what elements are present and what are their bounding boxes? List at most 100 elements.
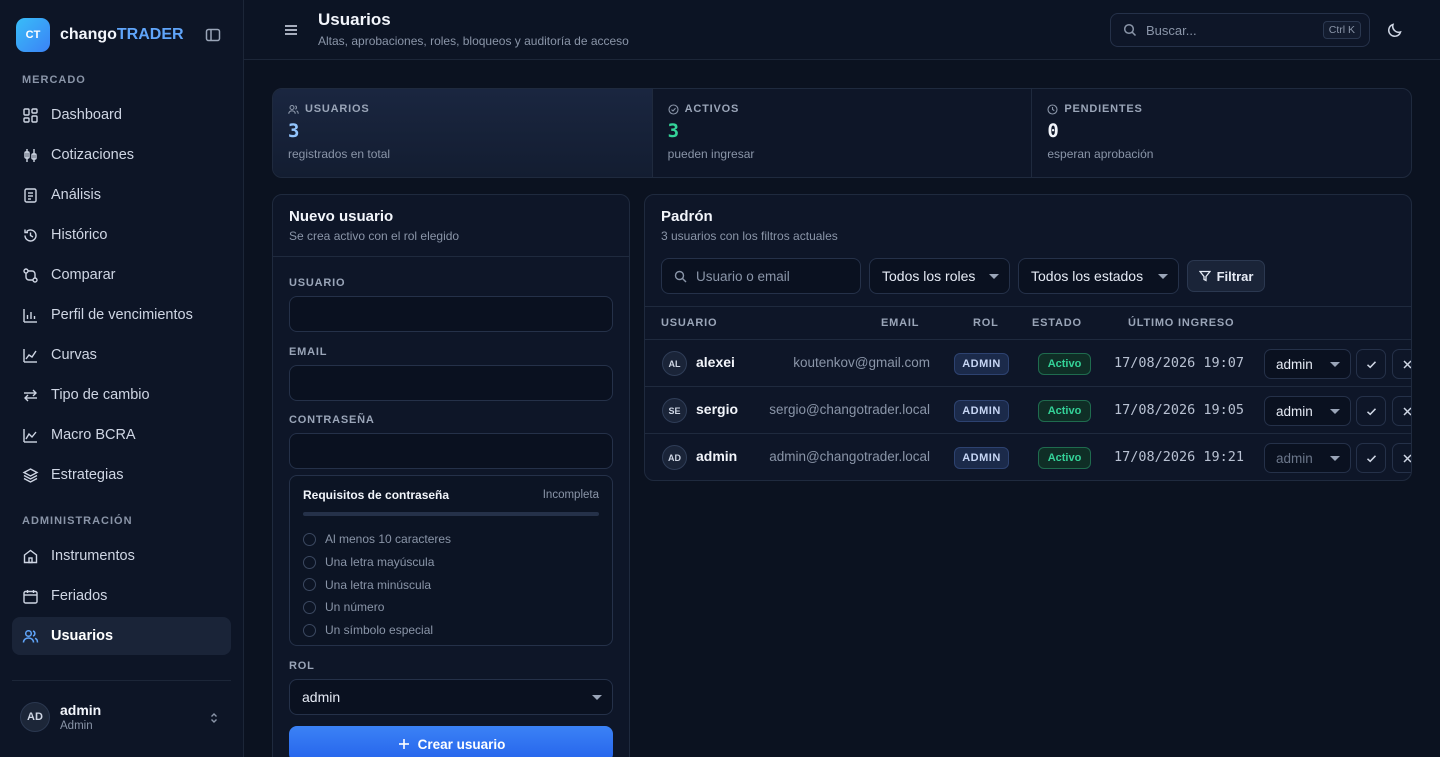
- page-title: Usuarios: [318, 10, 391, 29]
- field-label-email: EMAIL: [289, 346, 328, 358]
- sidebar-item-analisis[interactable]: Análisis: [12, 176, 231, 214]
- sidebar-toggle-icon[interactable]: [204, 26, 222, 44]
- avatar: AD: [20, 702, 50, 732]
- row-role-select[interactable]: admin: [1264, 443, 1351, 473]
- approve-button[interactable]: [1356, 396, 1386, 426]
- table-row: AL alexei koutenkov@gmail.com ADMIN Acti…: [645, 340, 1411, 387]
- current-user-role: Admin: [60, 720, 93, 732]
- section-title-administracion: ADMINISTRACIÓN: [22, 515, 133, 527]
- card-title: Nuevo usuario: [289, 208, 394, 225]
- circle-icon: [303, 555, 316, 569]
- sidebar-item-perfil-vencimientos[interactable]: Perfil de vencimientos: [12, 296, 231, 334]
- user-email: admin@changotrader.local: [769, 449, 930, 464]
- circle-icon: [303, 600, 316, 614]
- global-search-input[interactable]: Buscar... Ctrl K: [1110, 13, 1370, 47]
- chevron-up-down-icon[interactable]: [207, 711, 221, 725]
- sidebar-item-label: Comparar: [51, 267, 116, 283]
- bar-chart-icon: [22, 307, 39, 324]
- current-user-name: admin: [60, 702, 102, 718]
- last-login: 17/08/2026 19:07: [1114, 355, 1245, 371]
- block-button[interactable]: [1392, 396, 1411, 426]
- user-name: sergio: [696, 401, 739, 417]
- approve-button[interactable]: [1356, 443, 1386, 473]
- stat-value: 3: [667, 120, 680, 142]
- chevron-down-icon: [1330, 456, 1340, 461]
- user-name: alexei: [696, 354, 735, 370]
- row-role-select[interactable]: admin: [1264, 396, 1351, 426]
- password-field[interactable]: [289, 433, 613, 469]
- check-icon: [1366, 360, 1376, 368]
- column-header: ROL: [973, 317, 999, 329]
- password-requirements: Requisitos de contraseña Incompleta Al m…: [289, 475, 613, 646]
- chevron-down-icon: [592, 695, 602, 700]
- menu-icon[interactable]: [282, 21, 300, 39]
- clock-icon: [1047, 103, 1058, 115]
- sidebar-item-label: Cotizaciones: [51, 147, 135, 163]
- sidebar-item-tipo-de-cambio[interactable]: Tipo de cambio: [12, 376, 231, 414]
- sidebar-item-instrumentos[interactable]: Instrumentos: [12, 537, 231, 575]
- field-label-role: ROL: [289, 660, 315, 672]
- plus-icon: [397, 737, 411, 751]
- dashboard-icon: [22, 107, 39, 124]
- stat-label: ACTIVOS: [684, 103, 740, 115]
- search-shortcut: Ctrl K: [1322, 21, 1361, 39]
- check-icon: [1366, 407, 1376, 415]
- chevron-down-icon: [989, 274, 999, 279]
- circle-icon: [303, 578, 316, 592]
- role-filter-select[interactable]: Todos los roles: [869, 258, 1010, 294]
- last-login: 17/08/2026 19:21: [1114, 449, 1245, 465]
- row-role-select[interactable]: admin: [1264, 349, 1351, 379]
- state-filter-select[interactable]: Todos los estados: [1018, 258, 1179, 294]
- history-icon: [22, 227, 39, 244]
- sidebar-item-feriados[interactable]: Feriados: [12, 577, 231, 615]
- user-name: admin: [696, 448, 738, 464]
- filter-icon: [1198, 270, 1211, 282]
- email-field[interactable]: [289, 365, 613, 401]
- sidebar-item-label: Macro BCRA: [51, 427, 136, 443]
- check-circle-icon: [668, 103, 679, 115]
- requirement-item: Una letra minúscula: [303, 573, 599, 596]
- stat-desc: pueden ingresar: [667, 147, 755, 161]
- moon-icon[interactable]: [1387, 22, 1403, 38]
- brand[interactable]: CT changoTRADER: [16, 18, 184, 52]
- stat-value: 0: [1047, 120, 1059, 142]
- sidebar-divider: [12, 680, 231, 681]
- calendar-icon: [22, 588, 39, 605]
- sidebar-item-usuarios[interactable]: Usuarios: [12, 617, 231, 655]
- approve-button[interactable]: [1356, 349, 1386, 379]
- sidebar-item-label: Feriados: [51, 588, 108, 604]
- requirements-status: Incompleta: [542, 489, 599, 501]
- username-field[interactable]: [289, 296, 613, 332]
- create-user-label: Crear usuario: [417, 736, 506, 752]
- sidebar-item-comparar[interactable]: Comparar: [12, 256, 231, 294]
- sidebar-item-estrategias[interactable]: Estrategias: [12, 456, 231, 494]
- sidebar-item-curvas[interactable]: Curvas: [12, 336, 231, 374]
- role-select[interactable]: admin: [289, 679, 613, 715]
- create-user-button[interactable]: Crear usuario: [289, 726, 613, 757]
- status-badge: Activo: [1038, 353, 1091, 375]
- block-button[interactable]: [1392, 443, 1411, 473]
- sidebar-item-historico[interactable]: Histórico: [12, 216, 231, 254]
- row-role-value: admin: [1276, 403, 1313, 419]
- status-badge: Activo: [1038, 400, 1091, 422]
- sidebar-item-dashboard[interactable]: Dashboard: [12, 96, 231, 134]
- stat-desc: registrados en total: [288, 147, 391, 161]
- search-icon: [1123, 23, 1137, 37]
- stat-value: 3: [288, 120, 300, 142]
- avatar: SE: [662, 398, 687, 423]
- card-subtitle: 3 usuarios con los filtros actuales: [661, 229, 838, 243]
- chevron-down-icon: [1158, 274, 1168, 279]
- requirement-item: Un número: [303, 596, 599, 619]
- sidebar-item-macro-bcra[interactable]: Macro BCRA: [12, 416, 231, 454]
- requirement-item: Un símbolo especial: [303, 619, 599, 642]
- role-badge: ADMIN: [954, 447, 1009, 469]
- block-button[interactable]: [1392, 349, 1411, 379]
- roster-search-input[interactable]: Usuario o email: [661, 258, 861, 294]
- filter-button[interactable]: Filtrar: [1187, 260, 1265, 292]
- stat-activos: ACTIVOS 3 pueden ingresar: [653, 89, 1033, 177]
- sidebar-item-label: Tipo de cambio: [51, 387, 150, 403]
- chevron-down-icon: [1330, 362, 1340, 367]
- current-user[interactable]: AD admin Admin: [20, 702, 101, 732]
- field-label-password: CONTRASEÑA: [289, 414, 375, 426]
- sidebar-item-cotizaciones[interactable]: Cotizaciones: [12, 136, 231, 174]
